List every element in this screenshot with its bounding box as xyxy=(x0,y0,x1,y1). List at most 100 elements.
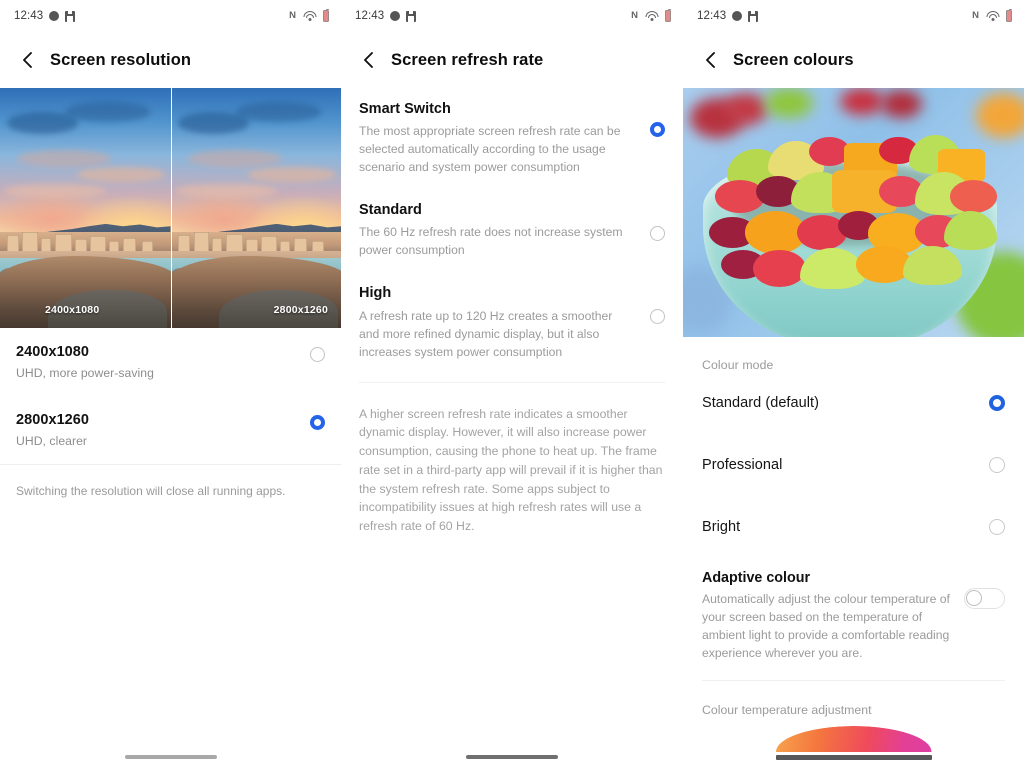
status-bar: 12:43 N xyxy=(0,0,341,32)
colour-temperature-gradient-arc xyxy=(775,726,932,752)
status-bar-left: 12:43 xyxy=(14,10,76,22)
colour-mode-radio-standard[interactable] xyxy=(989,395,1005,411)
nfc-icon: N xyxy=(972,10,979,22)
resolution-radio-2400x1080[interactable] xyxy=(310,347,325,362)
fruit-bowl xyxy=(703,135,997,337)
resolution-option-subtitle: UHD, more power-saving xyxy=(16,366,154,381)
colour-mode-professional[interactable]: Professional xyxy=(683,434,1024,496)
status-time: 12:43 xyxy=(14,10,44,22)
resolution-option-subtitle: UHD, clearer xyxy=(16,434,88,449)
message-dot-icon xyxy=(732,11,743,21)
panel-screen-colours: 12:43 N Screen colours Colour mode Stand… xyxy=(683,0,1024,768)
status-bar: 12:43 N xyxy=(341,0,683,32)
resolution-preview-left-label: 2400x1080 xyxy=(45,304,100,316)
colour-mode-standard[interactable]: Standard (default) xyxy=(683,372,1024,434)
refresh-rate-radio-standard[interactable] xyxy=(650,226,665,242)
gesture-bar[interactable] xyxy=(466,755,558,759)
three-phone-screens: 12:43 N Screen resolution 2400x1080 2800… xyxy=(0,0,1024,768)
status-time: 12:43 xyxy=(697,10,727,22)
status-bar: 12:43 N xyxy=(683,0,1024,32)
resolution-preview: 2400x1080 2800x1260 xyxy=(0,88,341,328)
refresh-rate-option-title: Standard xyxy=(359,202,422,219)
adaptive-colour-title: Adaptive colour xyxy=(702,570,811,586)
back-chevron-icon[interactable] xyxy=(14,47,40,73)
wifi-icon xyxy=(645,10,658,22)
panel-screen-resolution: 12:43 N Screen resolution 2400x1080 2800… xyxy=(0,0,341,768)
resolution-preview-right[interactable]: 2800x1260 xyxy=(170,88,341,328)
nfc-icon: N xyxy=(631,10,638,22)
nfc-icon: N xyxy=(289,10,296,22)
resolution-option-2800x1260[interactable]: 2800x1260 UHD, clearer xyxy=(16,396,325,464)
colour-temperature-track[interactable] xyxy=(775,755,932,760)
resolution-option-title: 2400x1080 xyxy=(16,344,90,360)
battery-icon xyxy=(665,8,671,22)
colour-mode-label: Standard (default) xyxy=(702,395,819,411)
colour-mode-radio-professional[interactable] xyxy=(989,457,1005,473)
status-time: 12:43 xyxy=(355,10,385,22)
page-title: Screen refresh rate xyxy=(391,50,544,69)
app-bar: Screen colours xyxy=(683,32,1024,88)
refresh-rate-option-text: Smart Switch The most appropriate screen… xyxy=(359,100,650,176)
refresh-rate-radio-smart-switch[interactable] xyxy=(650,122,665,137)
wifi-icon xyxy=(986,10,999,22)
seascape-image-right xyxy=(171,88,341,328)
colour-mode-radio-bright[interactable] xyxy=(989,519,1005,535)
save-icon xyxy=(65,10,76,22)
colour-preview-image xyxy=(683,88,1024,337)
refresh-rate-option-title: Smart Switch xyxy=(359,101,451,117)
resolution-option-2400x1080[interactable]: 2400x1080 UHD, more power-saving xyxy=(16,328,325,396)
adaptive-colour-text: Adaptive colour Automatically adjust the… xyxy=(702,570,964,662)
gesture-bar[interactable] xyxy=(124,755,217,759)
adaptive-colour-row[interactable]: Adaptive colour Automatically adjust the… xyxy=(683,558,1024,676)
resolution-preview-right-label: 2800x1260 xyxy=(273,304,328,316)
page-title: Screen resolution xyxy=(50,50,192,69)
toggle-knob xyxy=(966,590,983,607)
resolution-option-title: 2800x1260 xyxy=(16,411,90,428)
refresh-rate-option-list: Smart Switch The most appropriate screen… xyxy=(341,88,683,374)
refresh-rate-option-smart-switch[interactable]: Smart Switch The most appropriate screen… xyxy=(359,88,665,189)
app-bar: Screen resolution xyxy=(0,32,341,88)
status-bar-left: 12:43 xyxy=(355,10,417,22)
app-bar: Screen refresh rate xyxy=(341,32,683,88)
refresh-rate-option-description: The most appropriate screen refresh rate… xyxy=(359,124,621,175)
adaptive-colour-description: Automatically adjust the colour temperat… xyxy=(702,592,950,661)
refresh-rate-option-high[interactable]: High A refresh rate up to 120 Hz creates… xyxy=(359,272,665,373)
colour-mode-label: Professional xyxy=(702,457,783,473)
resolution-option-text: 2400x1080 UHD, more power-saving xyxy=(16,343,310,382)
seascape-image-left xyxy=(0,88,171,328)
resolution-option-list: 2400x1080 UHD, more power-saving 2800x12… xyxy=(0,328,341,464)
status-bar-right: N xyxy=(972,8,1012,22)
refresh-rate-radio-high[interactable] xyxy=(650,309,665,325)
wifi-icon xyxy=(303,10,316,22)
battery-icon xyxy=(1006,8,1012,22)
refresh-rate-option-standard[interactable]: Standard The 60 Hz refresh rate does not… xyxy=(359,189,665,272)
resolution-radio-2800x1260[interactable] xyxy=(310,414,325,430)
message-dot-icon xyxy=(49,11,60,21)
colour-mode-label: Bright xyxy=(702,519,741,535)
refresh-rate-option-description: The 60 Hz refresh rate does not increase… xyxy=(359,225,623,258)
battery-icon xyxy=(323,8,329,22)
refresh-rate-option-text: Standard The 60 Hz refresh rate does not… xyxy=(359,201,650,259)
refresh-rate-option-text: High A refresh rate up to 120 Hz creates… xyxy=(359,284,650,360)
refresh-rate-option-title: High xyxy=(359,285,392,302)
refresh-rate-footnote: A higher screen refresh rate indicates a… xyxy=(359,406,663,533)
page-title: Screen colours xyxy=(733,50,854,69)
resolution-note: Switching the resolution will close all … xyxy=(16,483,286,498)
save-icon xyxy=(406,10,417,22)
resolution-option-text: 2800x1260 UHD, clearer xyxy=(16,411,310,450)
adaptive-colour-toggle[interactable] xyxy=(964,588,1005,609)
status-bar-right: N xyxy=(631,8,671,22)
resolution-preview-left[interactable]: 2400x1080 xyxy=(0,88,171,328)
colour-temperature-slider[interactable] xyxy=(683,724,1024,768)
colour-mode-section-label: Colour mode xyxy=(702,358,774,372)
panel-screen-refresh-rate: 12:43 N Screen refresh rate Smart Switch… xyxy=(341,0,683,768)
colour-mode-bright[interactable]: Bright xyxy=(683,496,1024,558)
message-dot-icon xyxy=(390,11,401,21)
save-icon xyxy=(748,10,759,22)
status-bar-left: 12:43 xyxy=(697,10,759,22)
colour-temperature-label: Colour temperature adjustment xyxy=(702,703,872,718)
refresh-rate-option-description: A refresh rate up to 120 Hz creates a sm… xyxy=(359,308,613,359)
back-chevron-icon[interactable] xyxy=(355,47,381,73)
back-chevron-icon[interactable] xyxy=(697,47,723,73)
status-bar-right: N xyxy=(289,8,329,22)
